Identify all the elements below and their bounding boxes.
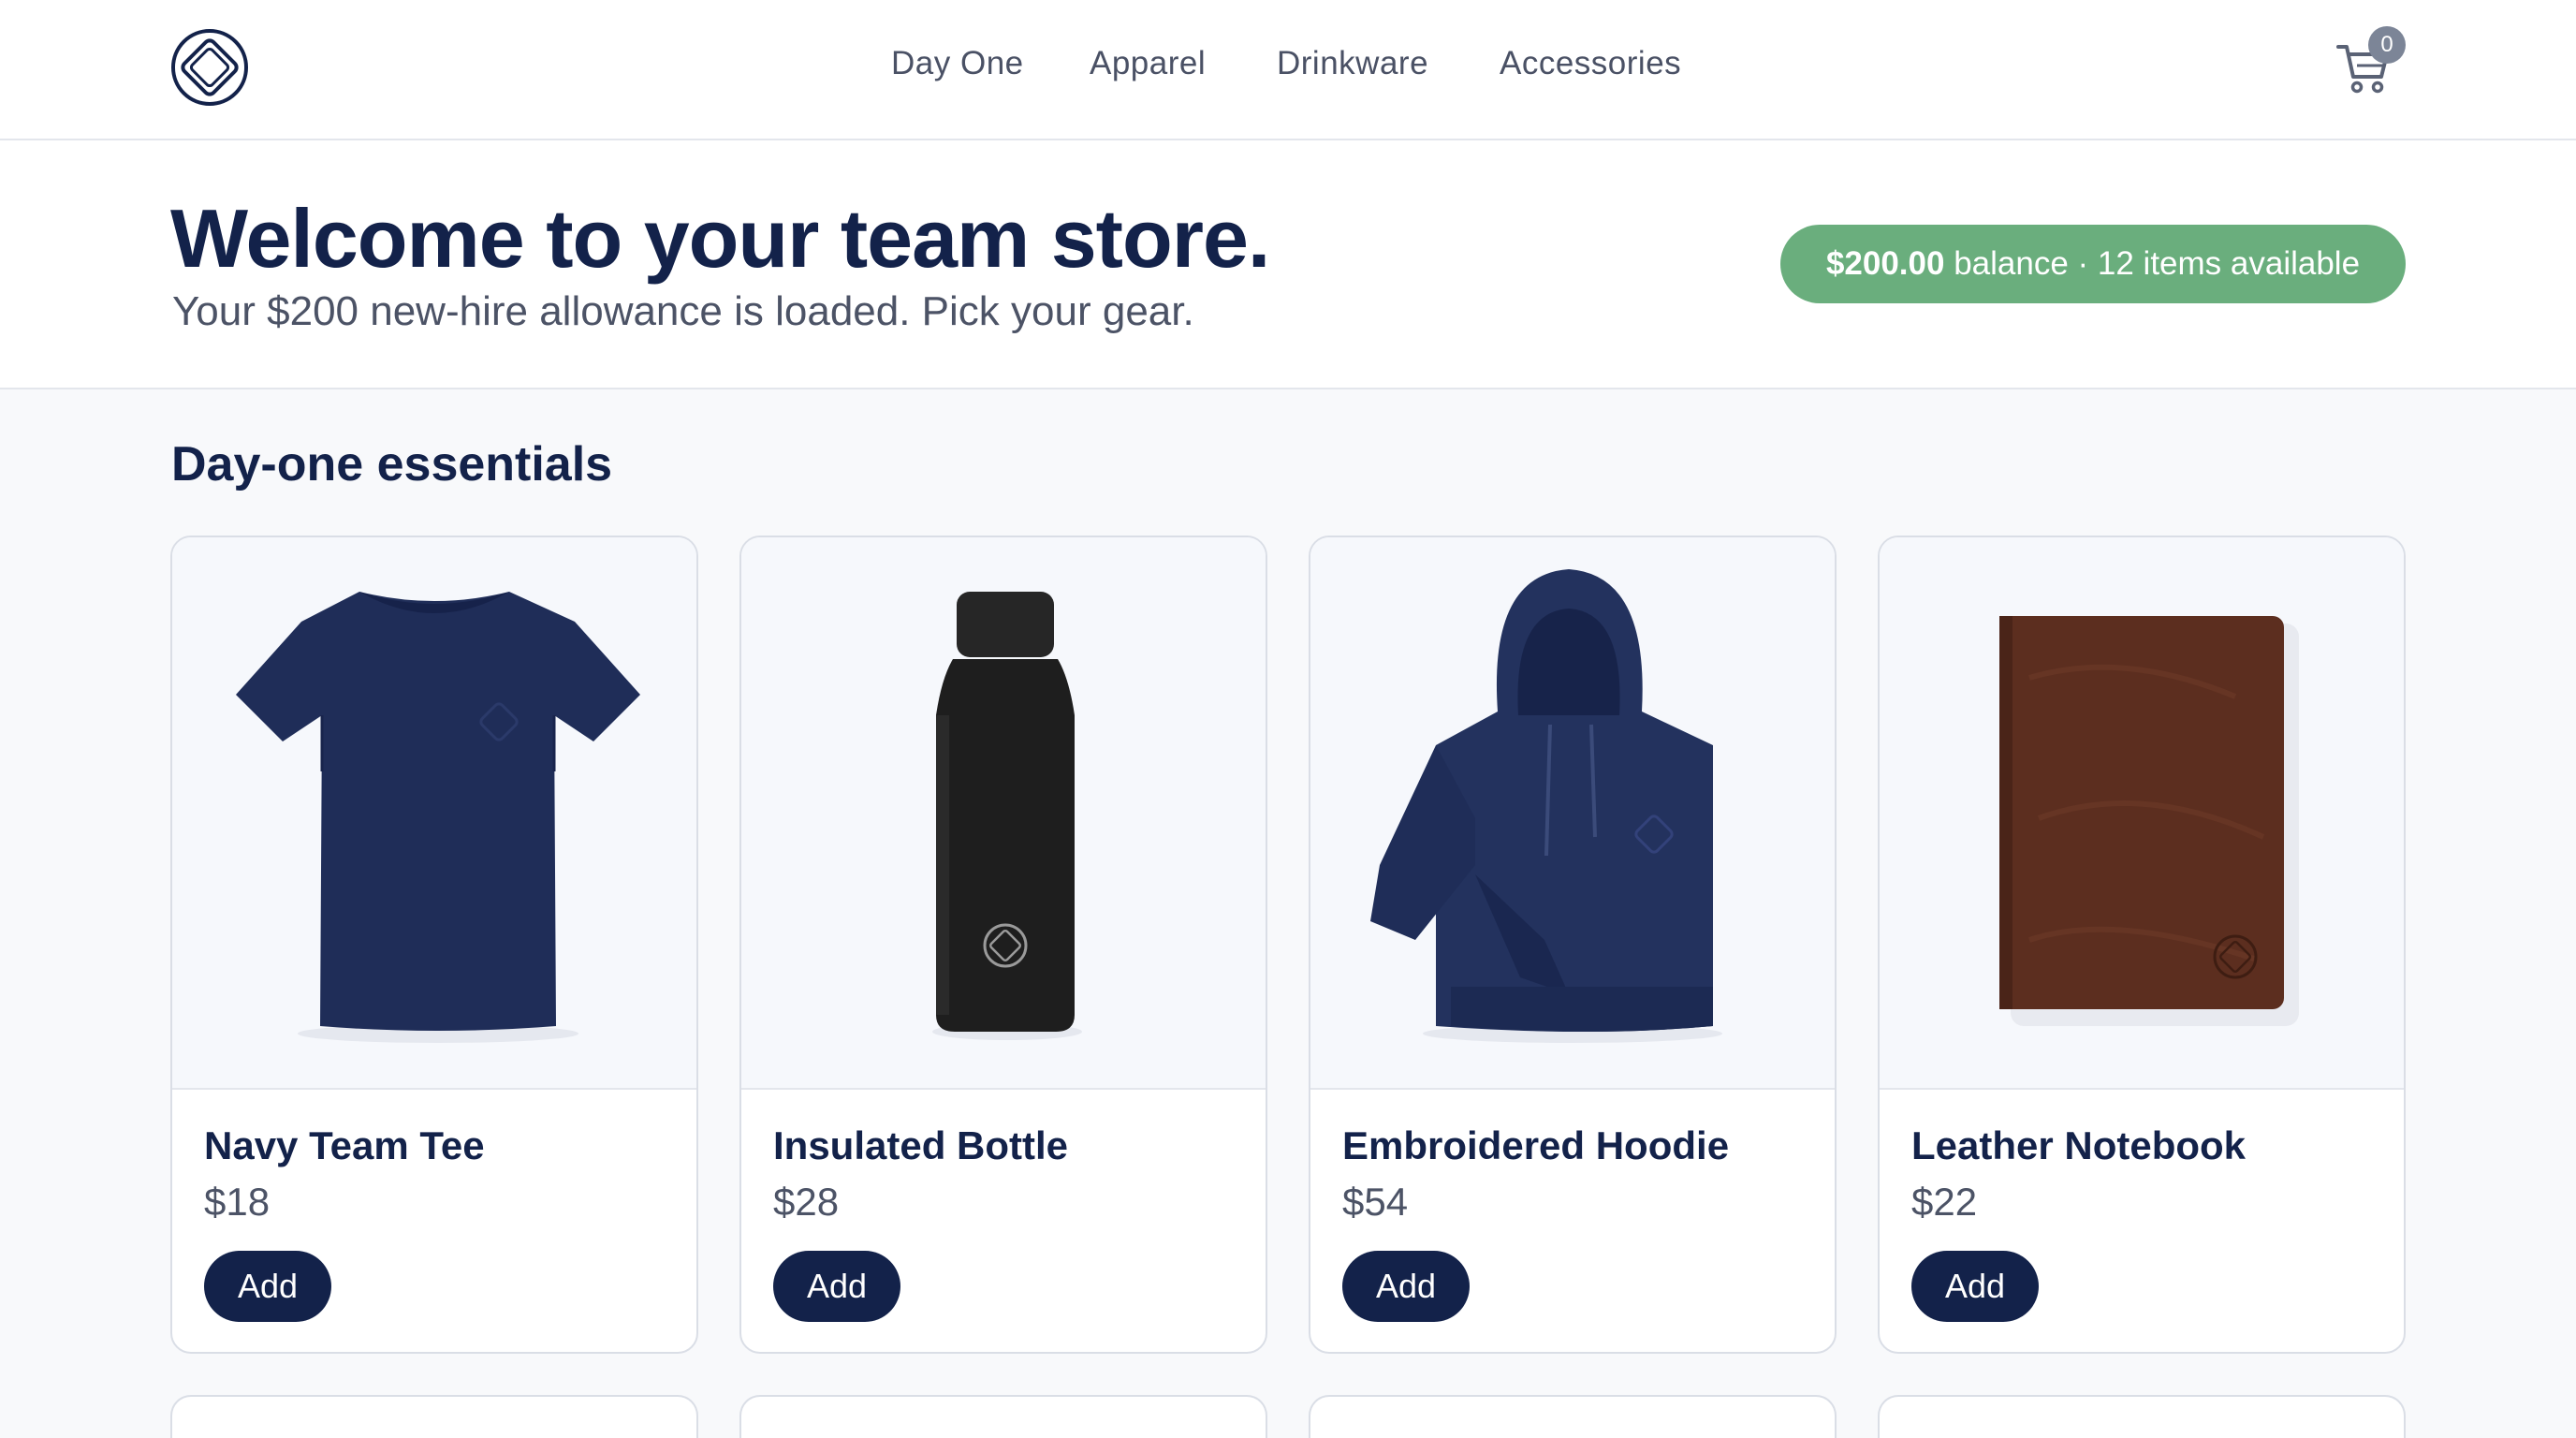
product-card-partial[interactable] <box>170 1395 698 1438</box>
product-price: $28 <box>773 1180 840 1224</box>
product-card[interactable]: Navy Team Tee $18 Add <box>170 536 698 1354</box>
product-card-partial[interactable] <box>739 1395 1267 1438</box>
add-to-cart-button[interactable]: Add <box>773 1251 900 1322</box>
hero-subtitle: Your $200 new-hire allowance is loaded. … <box>172 288 1194 334</box>
product-image[interactable] <box>1310 537 1835 1090</box>
product-name: Navy Team Tee <box>204 1123 485 1167</box>
balance-badge: $200.00 balance · 12 items available <box>1780 225 2406 303</box>
add-to-cart-button[interactable]: Add <box>1342 1251 1470 1322</box>
main-nav: Day One Apparel Drinkware Accessories <box>0 0 2576 139</box>
product-card[interactable]: Embroidered Hoodie $54 Add <box>1309 536 1837 1354</box>
product-name: Insulated Bottle <box>773 1123 1069 1167</box>
navy-tshirt-icon <box>236 592 640 1043</box>
nav-item-apparel[interactable]: Apparel <box>1090 45 1206 82</box>
navy-hoodie-icon <box>1370 569 1722 1043</box>
product-name: Leather Notebook <box>1911 1123 2247 1167</box>
nav-item-drinkware[interactable]: Drinkware <box>1277 45 1428 82</box>
product-image[interactable] <box>1880 537 2404 1090</box>
nav-item-accessories[interactable]: Accessories <box>1500 45 1681 82</box>
balance-details: balance · 12 items available <box>1944 245 2361 282</box>
product-price: $22 <box>1911 1180 1978 1224</box>
product-card-partial[interactable] <box>1309 1395 1837 1438</box>
hero-banner: Welcome to your team store. Your $200 ne… <box>0 140 2576 389</box>
nav-item-day-one[interactable]: Day One <box>891 45 1024 82</box>
top-nav-bar: Day One Apparel Drinkware Accessories 0 <box>0 0 2576 140</box>
product-card-partial[interactable] <box>1878 1395 2406 1438</box>
black-bottle-icon <box>932 592 1082 1040</box>
product-price: $18 <box>204 1180 271 1224</box>
product-card[interactable]: Insulated Bottle $28 Add <box>739 536 1267 1354</box>
product-price: $54 <box>1342 1180 1409 1224</box>
balance-amount: $200.00 <box>1825 245 1945 282</box>
add-to-cart-button[interactable]: Add <box>204 1251 331 1322</box>
product-card[interactable]: Leather Notebook $22 Add <box>1878 536 2406 1354</box>
product-name: Embroidered Hoodie <box>1342 1123 1730 1167</box>
add-to-cart-button[interactable]: Add <box>1911 1251 2039 1322</box>
brown-notebook-icon <box>1999 616 2299 1026</box>
section-title: Day-one essentials <box>171 437 613 492</box>
page-title: Welcome to your team store. <box>170 192 1270 285</box>
product-image[interactable] <box>172 537 696 1090</box>
cart-count-badge: 0 <box>2368 26 2406 64</box>
product-image[interactable] <box>741 537 1266 1090</box>
